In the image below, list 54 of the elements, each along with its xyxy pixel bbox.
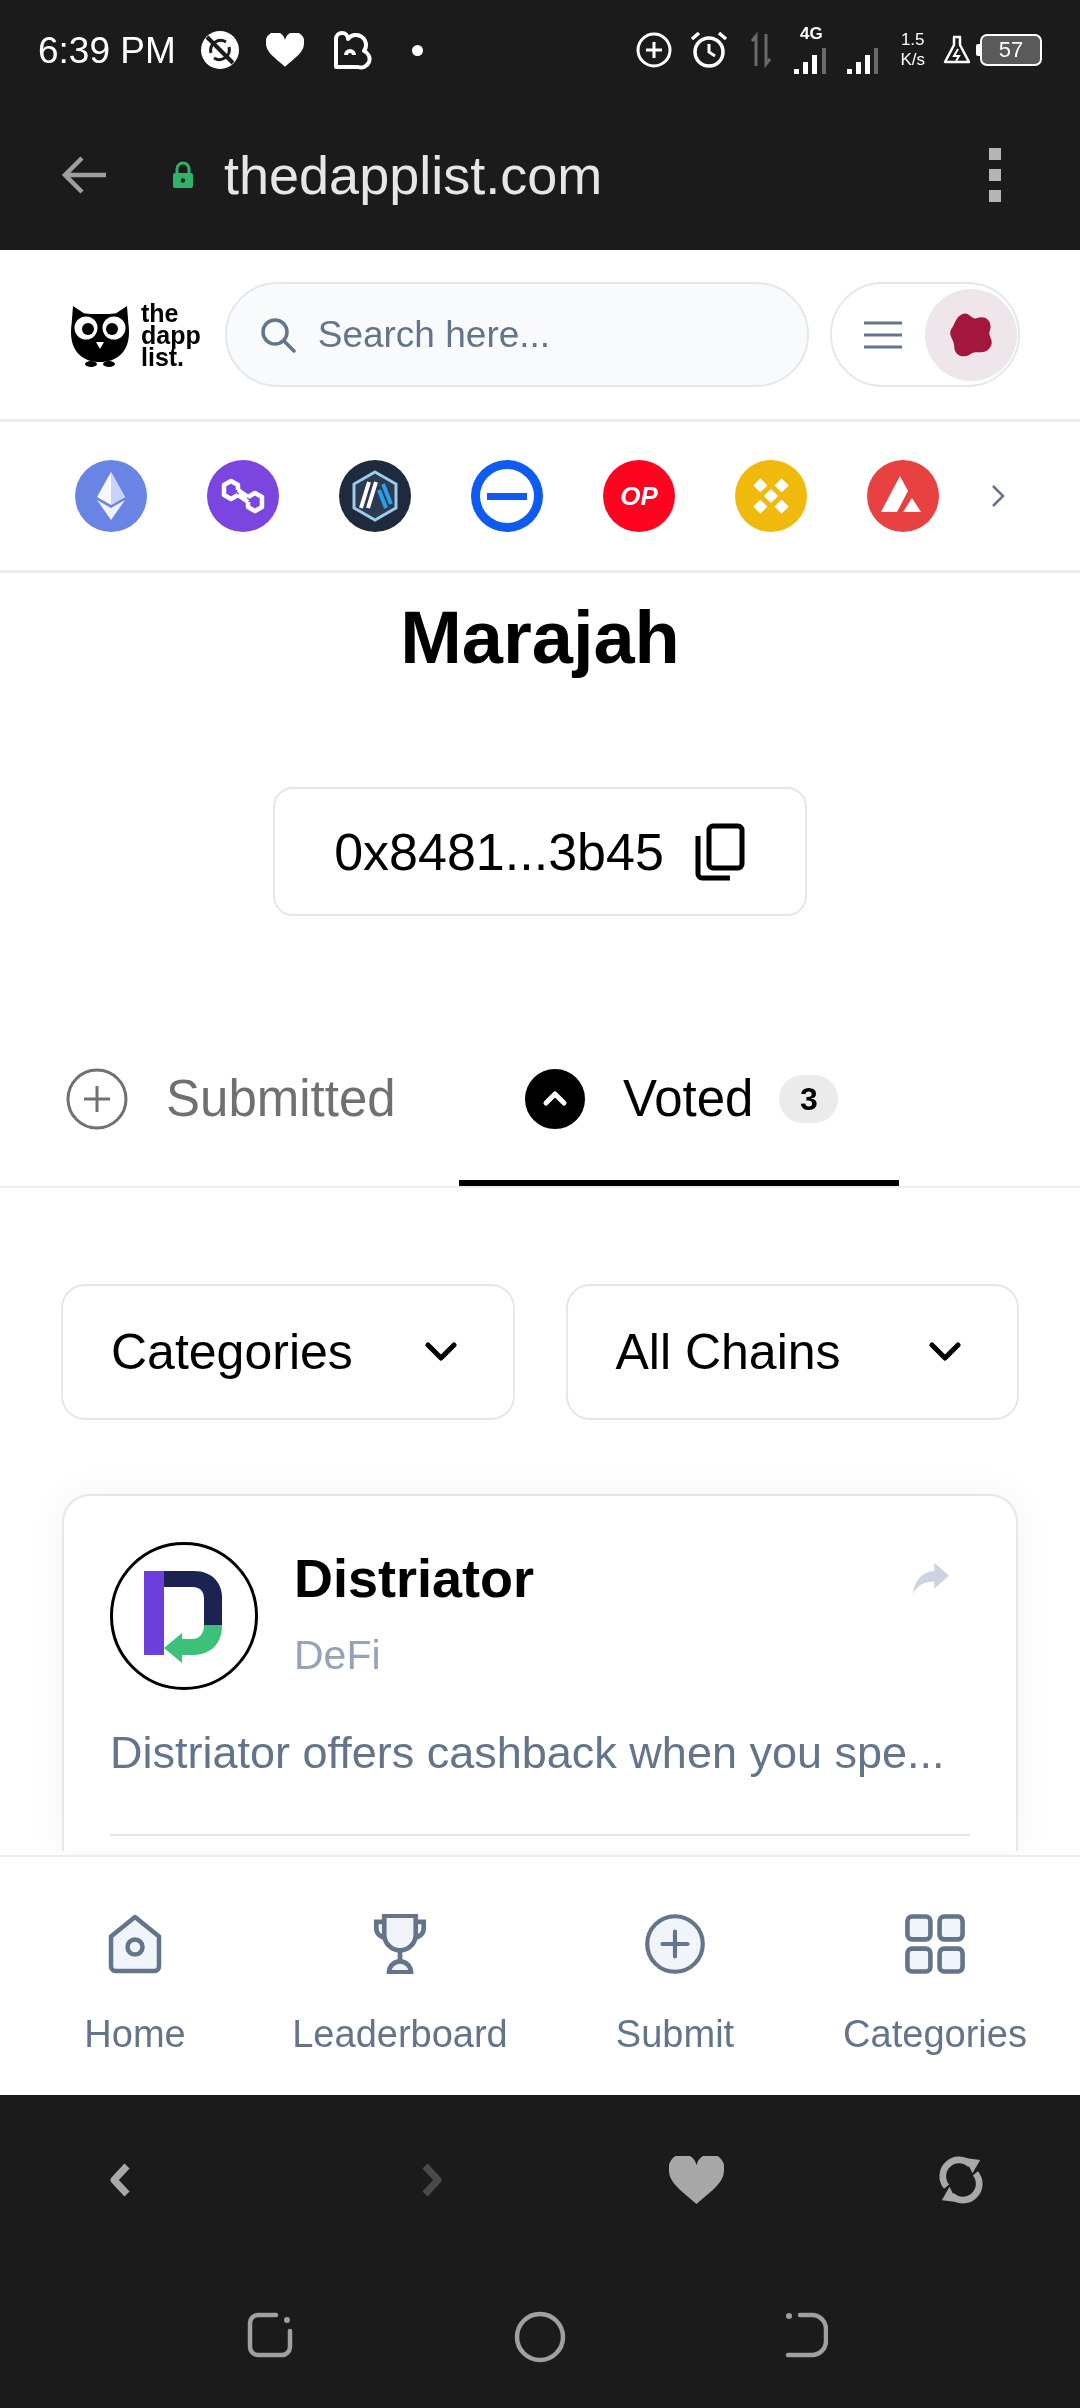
chevron-right-icon[interactable] <box>991 484 1005 508</box>
back-button[interactable] <box>60 155 108 195</box>
search-icon <box>259 316 296 353</box>
network-type-label: 4G <box>800 25 823 42</box>
data-arrows-icon <box>751 32 772 68</box>
chevron-left-icon <box>108 2162 132 2198</box>
more-vertical-icon <box>988 147 1002 203</box>
more-menu-button[interactable] <box>988 147 1002 203</box>
home-circle-icon[interactable] <box>514 2311 566 2363</box>
heart-icon <box>265 33 304 67</box>
tab[interactable]: Submitted <box>0 1046 459 1186</box>
plus-circle-icon <box>645 1914 705 1974</box>
dapp-name: Distriator <box>294 1547 535 1610</box>
chevron-down-icon <box>424 1342 457 1362</box>
address-button[interactable]: 0x8481...3b45 <box>273 787 807 916</box>
sync-icon <box>938 2155 984 2205</box>
search-input[interactable]: Search here... <box>317 304 758 365</box>
filter-dropdown[interactable]: Categories <box>61 1284 515 1420</box>
recent-apps-icon[interactable] <box>246 2311 294 2359</box>
menu-icon <box>862 319 903 350</box>
clock-time: 6:39 PM <box>38 31 176 69</box>
home-icon <box>108 1914 162 1974</box>
plus-circle-icon <box>636 32 673 68</box>
dapp-category: DeFi <box>294 1631 381 1679</box>
network-logo[interactable]: OP <box>603 460 675 532</box>
battery-percentage: 57 <box>998 39 1024 61</box>
copy-icon <box>693 821 746 882</box>
nav-item[interactable]: Submit <box>615 1914 735 2056</box>
speed-value: 1.5 <box>900 30 925 50</box>
sync-off-icon <box>199 30 240 70</box>
chevron-right-icon <box>420 2162 444 2198</box>
search-field[interactable]: Search here... <box>224 282 809 387</box>
grid-icon <box>905 1914 965 1974</box>
back-gesture-icon[interactable] <box>784 2311 828 2359</box>
lock-icon <box>172 161 194 189</box>
dapp-description: Distriator offers cashback when you spe... <box>110 1728 945 1778</box>
filter-dropdown[interactable]: All Chains <box>565 1284 1019 1420</box>
flask-icon <box>943 35 971 65</box>
nav-item[interactable]: Leaderboard <box>292 1914 508 2056</box>
dapp-card[interactable]: Distriator DeFi Distriator offers cashback when you spe... <box>62 1494 1018 1851</box>
plus-circle-icon <box>66 1068 128 1130</box>
chevron-down-icon <box>929 1342 961 1362</box>
nav-item[interactable]: Categories <box>843 1914 1027 2056</box>
count-badge: 3 <box>779 1075 839 1123</box>
back-arrow-icon <box>60 155 108 195</box>
signal-icon <box>846 47 881 75</box>
tab[interactable]: Voted 3 <box>459 1046 899 1186</box>
profile-name: Marajah <box>400 595 680 681</box>
speed-unit: K/s <box>900 50 925 70</box>
alarm-clock-icon <box>689 30 730 70</box>
upvote-icon <box>525 1069 585 1129</box>
heart-icon <box>668 2156 724 2204</box>
nav-item[interactable]: Home <box>84 1914 186 2056</box>
logo-text[interactable]: the dapp list. <box>141 301 201 368</box>
